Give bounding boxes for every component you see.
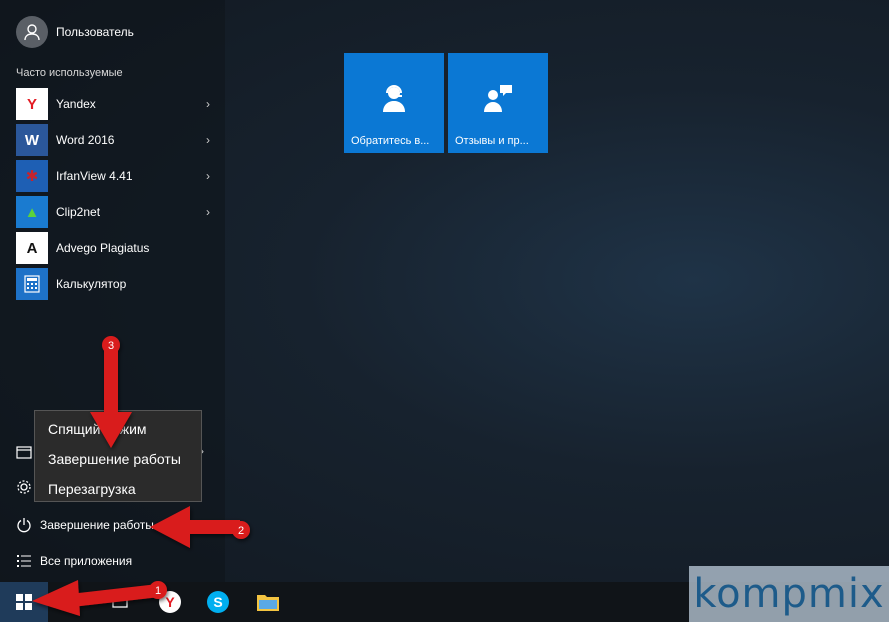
task-view-icon[interactable] <box>106 588 134 616</box>
svg-text:Y: Y <box>165 594 175 610</box>
app-calculator[interactable]: Калькулятор <box>16 266 216 302</box>
irfanview-icon: ✱ <box>16 160 48 192</box>
power-label: Завершение работы <box>40 518 154 532</box>
menu-item-sleep[interactable]: Спящий режим <box>35 414 201 444</box>
windows-logo-icon <box>16 594 32 610</box>
skype-icon[interactable]: S <box>204 588 232 616</box>
calculator-icon <box>16 268 48 300</box>
app-yandex[interactable]: Y Yandex › <box>16 86 216 122</box>
app-label: Advego Plagiatus <box>56 241 150 255</box>
app-label: Yandex <box>56 97 96 111</box>
svg-text:S: S <box>213 594 222 610</box>
clip2net-icon: ▲ <box>16 196 48 228</box>
power-context-menu: Спящий режим Завершение работы Перезагру… <box>34 410 202 502</box>
support-agent-icon <box>379 83 409 118</box>
tile-label: Отзывы и пр... <box>455 135 529 147</box>
watermark-logo: kompmix <box>689 566 889 622</box>
app-label: Clip2net <box>56 205 101 219</box>
app-label: IrfanView 4.41 <box>56 169 133 183</box>
file-explorer-icon <box>14 442 34 462</box>
app-irfanview[interactable]: ✱ IrfanView 4.41 › <box>16 158 216 194</box>
all-apps-label: Все приложения <box>40 554 133 568</box>
frequent-apps-list: Y Yandex › W Word 2016 › ✱ IrfanView 4.4… <box>16 86 216 302</box>
chevron-right-icon[interactable]: › <box>206 169 210 183</box>
app-label: Калькулятор <box>56 277 127 291</box>
yandex-icon: Y <box>16 88 48 120</box>
chevron-right-icon[interactable]: › <box>206 133 210 147</box>
menu-item-restart[interactable]: Перезагрузка <box>35 474 201 504</box>
chevron-right-icon[interactable]: › <box>206 205 210 219</box>
user-name: Пользователь <box>56 25 134 39</box>
app-clip2net[interactable]: ▲ Clip2net › <box>16 194 216 230</box>
yandex-browser-icon[interactable]: Y <box>156 588 184 616</box>
chevron-right-icon[interactable]: › <box>206 97 210 111</box>
menu-item-shutdown[interactable]: Завершение работы <box>35 444 201 474</box>
app-advego[interactable]: A Advego Plagiatus <box>16 230 216 266</box>
gear-icon <box>14 477 34 497</box>
start-button[interactable] <box>0 582 48 622</box>
frequent-apps-heading: Часто используемые <box>16 67 123 79</box>
user-avatar-icon <box>16 16 48 48</box>
all-apps-button[interactable]: Все приложения <box>14 551 132 571</box>
user-account[interactable]: Пользователь <box>16 16 134 48</box>
power-button[interactable]: Завершение работы <box>14 515 154 535</box>
file-explorer-icon[interactable] <box>254 588 282 616</box>
tile-contact-support[interactable]: Обратитесь в... <box>344 53 444 153</box>
app-word[interactable]: W Word 2016 › <box>16 122 216 158</box>
tile-feedback[interactable]: Отзывы и пр... <box>448 53 548 153</box>
word-icon: W <box>16 124 48 156</box>
app-label: Word 2016 <box>56 133 115 147</box>
list-icon <box>14 551 34 571</box>
advego-icon: A <box>16 232 48 264</box>
power-icon <box>14 515 34 535</box>
feedback-icon <box>482 83 514 118</box>
tile-label: Обратитесь в... <box>351 135 430 147</box>
